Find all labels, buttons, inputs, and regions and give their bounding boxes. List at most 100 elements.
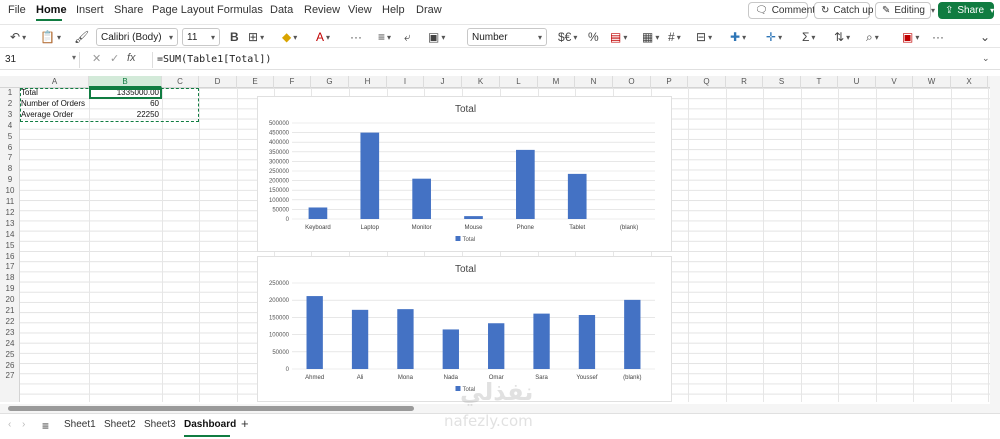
tab-scroll-right-icon[interactable]: ›: [22, 419, 25, 430]
column-header-a[interactable]: A: [21, 76, 89, 88]
menu-file[interactable]: File: [8, 4, 26, 16]
menu-page-layout[interactable]: Page Layout: [152, 4, 214, 16]
column-header-d[interactable]: D: [199, 76, 237, 88]
column-header-e[interactable]: E: [237, 76, 274, 88]
menu-help[interactable]: Help: [382, 4, 405, 16]
tab-sheet2[interactable]: Sheet2: [104, 419, 136, 430]
menu-insert[interactable]: Insert: [76, 4, 104, 16]
column-header-k[interactable]: K: [462, 76, 500, 88]
catch-up-button[interactable]: ↻ Catch up: [814, 2, 873, 19]
addins-icon[interactable]: ▣ ▾: [902, 29, 919, 45]
row-header-18[interactable]: 18: [0, 273, 20, 283]
bar-chart-products[interactable]: Total 0 50000 100000 150000 200000 250000 30000…: [257, 96, 672, 252]
percent-icon[interactable]: %: [588, 29, 599, 45]
menu-data[interactable]: Data: [270, 4, 293, 16]
column-header-c[interactable]: C: [162, 76, 199, 88]
row-header-12[interactable]: 12: [0, 208, 20, 218]
cancel-icon[interactable]: ✕: [92, 52, 101, 65]
column-header-i[interactable]: I: [387, 76, 424, 88]
font-name-select[interactable]: Calibri (Body) ▾: [96, 28, 178, 46]
worksheet-grid[interactable]: ABCDEFGHIJKLMNOPQRSTUVWX 1 2 3 4 5 6 7 8 9 10 11 12…: [0, 76, 990, 402]
fill-color-icon[interactable]: ◆ ▾: [282, 29, 297, 45]
menu-formulas[interactable]: Formulas: [217, 4, 263, 16]
column-header-n[interactable]: N: [575, 76, 613, 88]
font-color-icon[interactable]: A ▾: [316, 29, 330, 45]
tab-scroll-left-icon[interactable]: ‹: [8, 419, 11, 430]
conditional-format-icon[interactable]: ▤ ▾: [610, 29, 627, 45]
name-box[interactable]: 31: [2, 52, 80, 68]
menu-share[interactable]: Share: [114, 4, 143, 16]
share-button[interactable]: ⇪ Share ▾: [938, 2, 994, 19]
row-header-17[interactable]: 17: [0, 262, 20, 272]
column-header-l[interactable]: L: [500, 76, 538, 88]
menu-view[interactable]: View: [348, 4, 372, 16]
column-header-r[interactable]: R: [726, 76, 763, 88]
column-header-j[interactable]: J: [424, 76, 462, 88]
expand-formula-icon[interactable]: ⌄: [982, 53, 990, 64]
column-header-p[interactable]: P: [651, 76, 688, 88]
menu-review[interactable]: Review: [304, 4, 340, 16]
format-painter-icon[interactable]: 🖌: [74, 29, 89, 45]
row-header-22[interactable]: 22: [0, 317, 20, 327]
menu-draw[interactable]: Draw: [416, 4, 442, 16]
font-size-select[interactable]: 11 ▾: [182, 28, 220, 46]
column-header-g[interactable]: G: [311, 76, 349, 88]
row-header-1[interactable]: 1: [0, 88, 20, 98]
tab-sheet1[interactable]: Sheet1: [64, 419, 96, 430]
wrap-text-icon[interactable]: ⤶: [404, 29, 411, 45]
column-header-f[interactable]: F: [274, 76, 311, 88]
column-header-t[interactable]: T: [801, 76, 838, 88]
editing-mode-button[interactable]: ✎ Editing ▾: [875, 2, 935, 19]
menu-home[interactable]: Home: [36, 4, 67, 16]
insert-function-button[interactable]: fx: [127, 52, 136, 64]
currency-icon[interactable]: $€ ▾: [558, 29, 577, 45]
more-options-button[interactable]: ···: [350, 29, 362, 45]
row-header-26[interactable]: 26: [0, 361, 20, 371]
row-header-4[interactable]: 4: [0, 121, 20, 131]
row-header-11[interactable]: 11: [0, 197, 20, 207]
column-header-h[interactable]: H: [349, 76, 387, 88]
row-header-8[interactable]: 8: [0, 164, 20, 174]
confirm-icon[interactable]: ✓: [110, 52, 119, 65]
align-icon[interactable]: ≡ ▾: [378, 29, 391, 45]
vertical-scrollbar[interactable]: [990, 76, 1000, 404]
column-header-b[interactable]: B: [89, 76, 162, 88]
row-header-13[interactable]: 13: [0, 219, 20, 229]
row-header-6[interactable]: 6: [0, 143, 20, 153]
table-style-icon[interactable]: ▦ ▾: [642, 29, 659, 45]
row-header-20[interactable]: 20: [0, 295, 20, 305]
all-sheets-menu-icon[interactable]: ≡: [42, 419, 49, 433]
borders-icon[interactable]: ⊞ ▾: [248, 29, 264, 45]
column-header-s[interactable]: S: [763, 76, 801, 88]
tab-sheet3[interactable]: Sheet3: [144, 419, 176, 430]
row-header-15[interactable]: 15: [0, 241, 20, 251]
row-header-2[interactable]: 2: [0, 99, 20, 109]
autosum-icon[interactable]: Σ ▾: [802, 29, 815, 45]
row-header-21[interactable]: 21: [0, 306, 20, 316]
row-header-10[interactable]: 10: [0, 186, 20, 196]
formula-input[interactable]: =SUM(Table1[Total]): [152, 52, 982, 68]
insert-cells-icon[interactable]: ⊟ ▾: [696, 29, 712, 45]
row-header-3[interactable]: 3: [0, 110, 20, 120]
column-header-v[interactable]: V: [876, 76, 913, 88]
delete-cells-icon[interactable]: ✚ ▾: [730, 29, 746, 45]
more-ribbon-button[interactable]: ···: [932, 29, 944, 45]
column-header-x[interactable]: X: [951, 76, 988, 88]
column-header-m[interactable]: M: [538, 76, 575, 88]
column-header-w[interactable]: W: [913, 76, 951, 88]
number-format-select[interactable]: Number ▾: [467, 28, 547, 46]
comments-button[interactable]: 🗨 Comments: [748, 2, 820, 19]
row-header-23[interactable]: 23: [0, 328, 20, 338]
column-header-o[interactable]: O: [613, 76, 651, 88]
row-header-7[interactable]: 7: [0, 153, 20, 163]
column-header-u[interactable]: U: [838, 76, 876, 88]
horizontal-scroll-thumb[interactable]: [8, 406, 414, 411]
column-header-q[interactable]: Q: [688, 76, 726, 88]
paste-icon[interactable]: 📋 ▾: [40, 29, 61, 45]
tab-dashboard[interactable]: Dashboard: [184, 419, 236, 430]
format-cells-icon[interactable]: ✛ ▾: [766, 29, 782, 45]
merge-icon[interactable]: ▣ ▾: [428, 29, 445, 45]
ribbon-collapse-icon[interactable]: ⌄: [980, 29, 990, 45]
add-sheet-button[interactable]: +: [241, 416, 249, 431]
undo-icon[interactable]: ↶ ▾: [10, 29, 26, 45]
